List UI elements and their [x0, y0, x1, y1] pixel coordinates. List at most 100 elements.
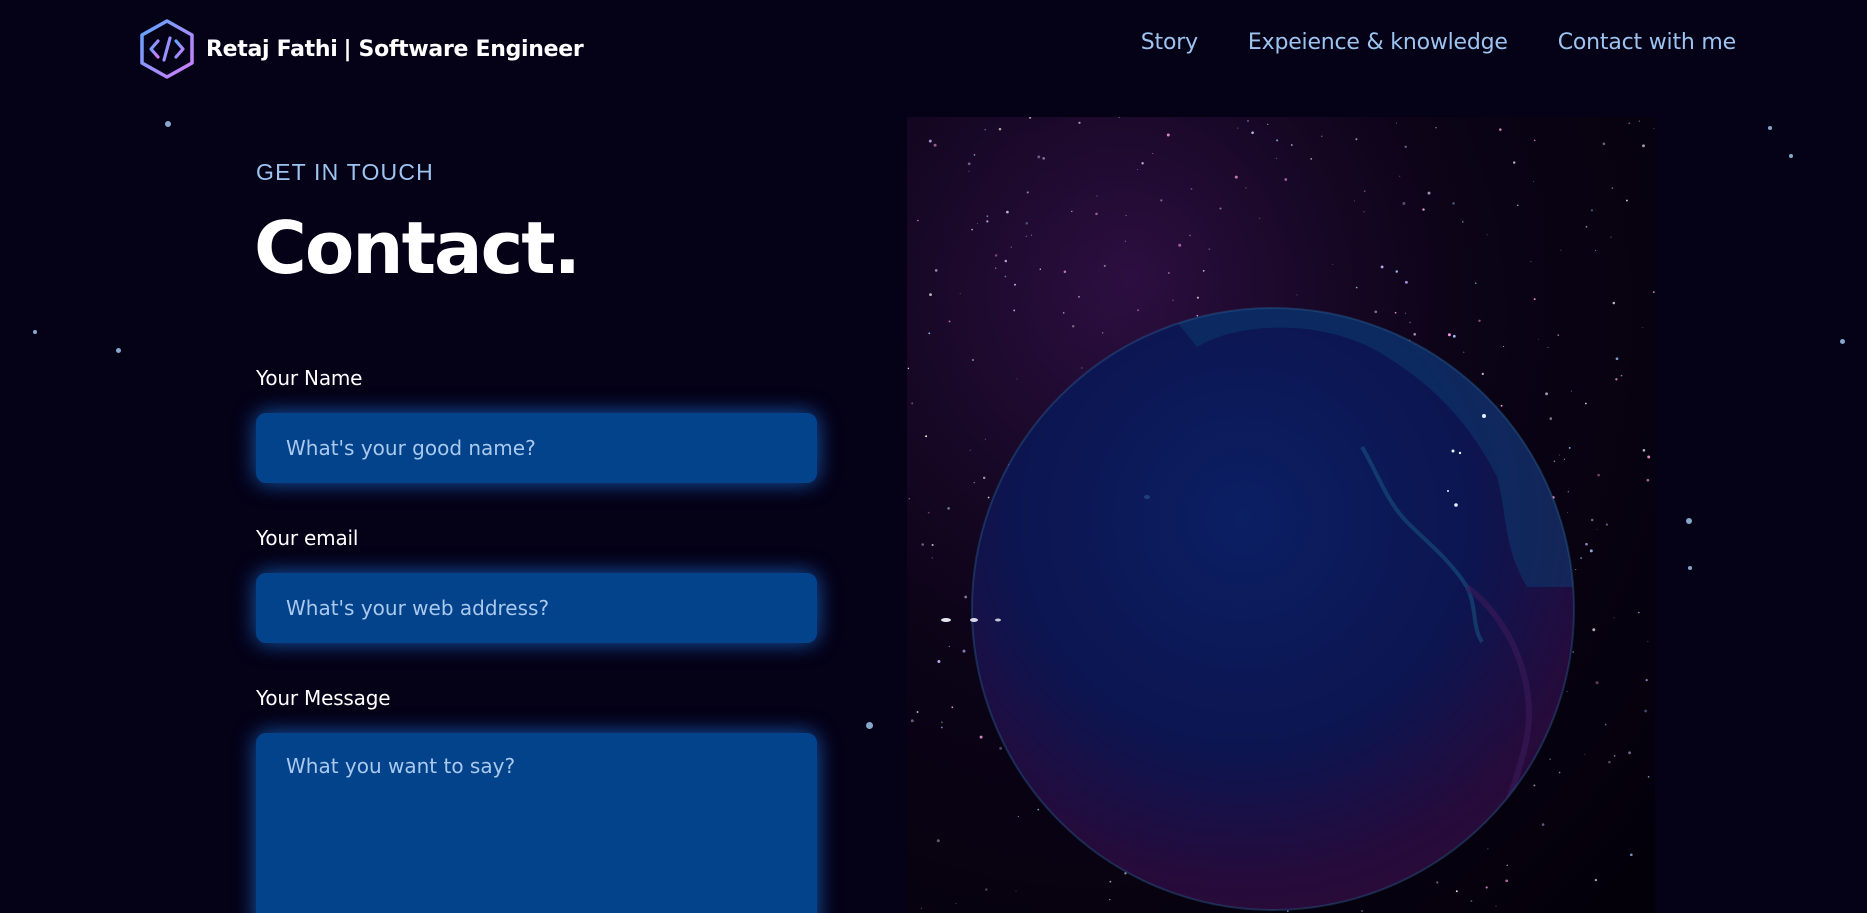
brand-link[interactable]: Retaj Fathi | Software Engineer — [138, 18, 584, 80]
star — [1332, 263, 1334, 265]
star — [920, 907, 922, 909]
star — [968, 170, 970, 172]
star — [916, 711, 919, 713]
star — [1478, 319, 1481, 322]
star — [1363, 190, 1366, 193]
star — [1399, 175, 1401, 177]
star — [1567, 511, 1569, 513]
star — [1462, 221, 1464, 223]
star — [998, 127, 1002, 131]
star — [1575, 569, 1577, 570]
email-input[interactable] — [256, 573, 817, 643]
star — [1585, 402, 1587, 405]
star — [1168, 272, 1170, 274]
star — [1533, 784, 1536, 787]
star — [1549, 417, 1553, 420]
star — [1596, 528, 1598, 530]
message-textarea[interactable] — [256, 733, 817, 913]
star — [1585, 225, 1588, 228]
star — [1141, 162, 1144, 165]
star — [982, 476, 986, 480]
star — [948, 320, 951, 323]
star — [1160, 199, 1163, 202]
star — [1124, 240, 1126, 242]
nav-link-contact[interactable]: Contact with me — [1558, 30, 1736, 55]
star — [1096, 195, 1098, 197]
star — [1604, 723, 1607, 726]
star — [1004, 259, 1008, 263]
star — [1166, 133, 1170, 137]
star — [1247, 119, 1249, 122]
star — [1435, 127, 1437, 129]
star — [1290, 144, 1293, 146]
star — [1647, 776, 1650, 778]
brand-role: | Software Engineer — [343, 36, 584, 62]
star — [951, 706, 954, 709]
nav-link-story[interactable]: Story — [1141, 30, 1198, 55]
star — [940, 726, 943, 729]
message-label: Your Message — [256, 686, 391, 710]
star — [1071, 210, 1073, 213]
star — [1530, 260, 1532, 263]
star — [1013, 309, 1016, 312]
star — [1310, 157, 1313, 160]
star — [1095, 212, 1098, 216]
star — [1452, 334, 1456, 338]
star — [1590, 209, 1594, 212]
star — [911, 402, 914, 405]
nav-link-experience[interactable]: Expeience & knowledge — [1248, 30, 1508, 55]
nav-links: Story Expeience & knowledge Contact with… — [1141, 30, 1736, 55]
star — [1645, 678, 1648, 682]
star — [1374, 310, 1378, 314]
star — [1103, 264, 1106, 267]
star — [1628, 751, 1632, 755]
star — [984, 129, 986, 131]
star — [1355, 286, 1358, 289]
star — [1584, 753, 1586, 755]
star — [1563, 458, 1565, 460]
star — [1251, 131, 1254, 135]
star — [986, 220, 989, 223]
star — [1580, 557, 1583, 560]
star — [1237, 127, 1239, 129]
star — [1010, 246, 1012, 248]
star — [928, 332, 931, 335]
background-star — [866, 722, 873, 729]
star — [1567, 491, 1569, 493]
star — [973, 154, 976, 156]
star — [931, 557, 933, 559]
star — [1620, 374, 1623, 377]
star — [925, 435, 928, 438]
star — [1537, 338, 1539, 340]
star — [1545, 392, 1549, 396]
page-title: Contact. — [254, 206, 581, 290]
star — [1589, 549, 1593, 553]
star — [1025, 235, 1028, 237]
star — [1396, 122, 1397, 124]
earth-canvas[interactable] — [907, 117, 1655, 913]
star — [1152, 153, 1154, 154]
star — [933, 143, 937, 147]
star — [1409, 321, 1411, 324]
star — [941, 721, 943, 723]
star — [1361, 910, 1364, 912]
contact-page: Retaj Fathi | Software Engineer Story Exp… — [0, 0, 1867, 913]
star — [1178, 243, 1182, 247]
star — [1196, 296, 1199, 299]
star — [948, 645, 950, 648]
star — [1296, 294, 1298, 296]
navbar: Retaj Fathi | Software Engineer Story Exp… — [0, 0, 1867, 98]
star — [1413, 333, 1416, 336]
star — [1610, 236, 1612, 238]
star — [994, 267, 997, 269]
star — [1354, 200, 1355, 202]
star — [1646, 478, 1650, 482]
star — [1081, 367, 1083, 369]
star — [1485, 886, 1488, 889]
background-star — [33, 330, 37, 334]
star — [1611, 187, 1614, 189]
earth-globe-icon — [907, 117, 1655, 913]
name-input[interactable] — [256, 413, 817, 483]
star — [1613, 617, 1615, 619]
star — [1004, 275, 1007, 278]
